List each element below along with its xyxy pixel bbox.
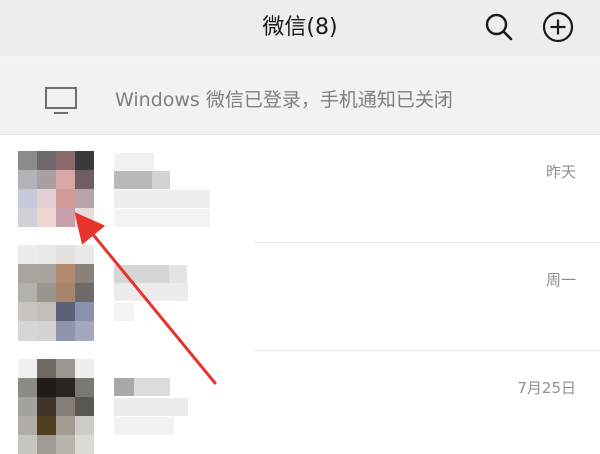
avatar[interactable] — [18, 151, 94, 227]
chat-item[interactable]: 昨天 — [0, 135, 600, 243]
chat-name-blurred — [114, 265, 169, 283]
top-bar: 微信(8) — [0, 0, 600, 56]
plus-circle-icon[interactable] — [541, 10, 575, 44]
desktop-monitor-icon — [45, 87, 77, 114]
desktop-login-notice[interactable]: Windows 微信已登录，手机通知已关闭 — [0, 64, 600, 135]
chat-time: 昨天 — [545, 163, 576, 181]
chat-preview-blurred — [114, 283, 188, 301]
chat-time: 7月25日 — [517, 379, 576, 397]
search-icon[interactable] — [482, 10, 516, 44]
notice-text: Windows 微信已登录，手机通知已关闭 — [115, 89, 453, 111]
avatar[interactable] — [18, 245, 94, 321]
chat-preview-blurred — [114, 190, 210, 208]
chat-item[interactable]: 7月25日 — [0, 351, 600, 454]
chat-name-blurred — [114, 378, 134, 396]
chat-time: 周一 — [545, 271, 576, 289]
header-divider — [0, 56, 600, 64]
chat-item[interactable]: 周一 — [0, 243, 600, 351]
avatar[interactable] — [18, 359, 94, 454]
chat-preview-blurred — [114, 398, 188, 416]
chat-name-blurred — [114, 171, 152, 189]
